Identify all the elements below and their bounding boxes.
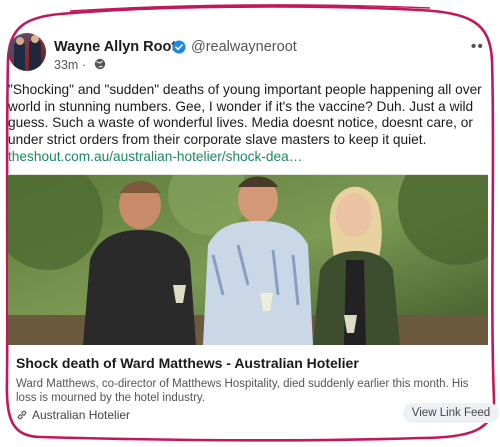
- post-body: "Shocking" and "sudden" deaths of young …: [8, 82, 482, 147]
- card-title[interactable]: Shock death of Ward Matthews - Australia…: [16, 355, 359, 371]
- more-options-icon[interactable]: ••: [471, 38, 484, 56]
- author-handle[interactable]: @realwayneroot: [191, 39, 297, 55]
- card-image[interactable]: [8, 175, 488, 345]
- post-meta: 33m ·: [54, 58, 86, 72]
- card-description: Ward Matthews, co-director of Matthews H…: [16, 378, 469, 404]
- globe-icon: [94, 58, 106, 70]
- avatar[interactable]: [8, 33, 46, 71]
- post: Wayne Allyn Root @realwayneroot 33m · ••: [8, 26, 488, 78]
- card-source: Australian Hotelier: [16, 408, 130, 422]
- post-link[interactable]: theshout.com.au/australian-hotelier/shoc…: [8, 149, 302, 164]
- card-photo: [8, 175, 488, 345]
- link-card[interactable]: Shock death of Ward Matthews - Australia…: [8, 174, 499, 427]
- post-time[interactable]: 33m: [54, 58, 78, 72]
- verified-badge-icon: [172, 40, 186, 54]
- link-icon: [17, 410, 27, 420]
- view-link-feed-button[interactable]: View Link Feed: [403, 403, 499, 423]
- author-name[interactable]: Wayne Allyn Root: [54, 39, 176, 55]
- post-header: Wayne Allyn Root @realwayneroot 33m · ••: [8, 26, 488, 78]
- card-source-label: Australian Hotelier: [32, 408, 131, 422]
- meta-separator: ·: [81, 58, 86, 72]
